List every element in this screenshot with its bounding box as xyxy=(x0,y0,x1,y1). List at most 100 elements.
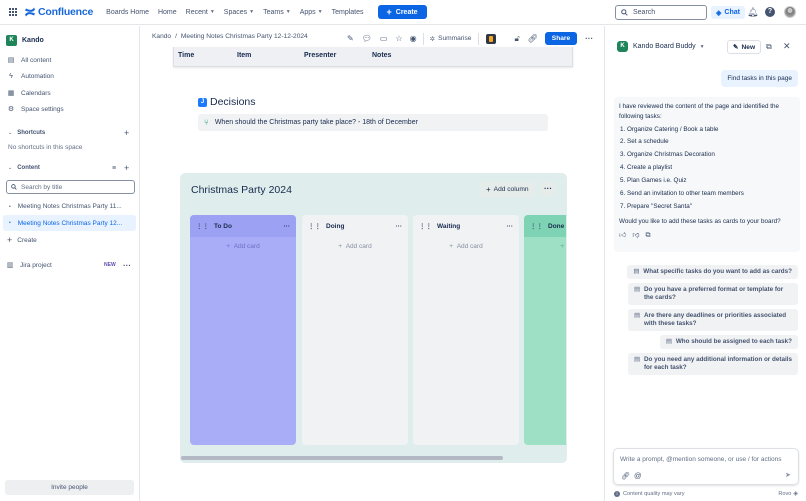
sidebar-item-automation[interactable]: ϟ Automation xyxy=(0,69,139,83)
table-header-cell: Presenter xyxy=(304,52,337,59)
sidebar: K Kando ▤ All content ϟ Automation ▦ Calend… xyxy=(0,26,140,501)
share-button[interactable]: Share xyxy=(544,32,578,45)
close-icon[interactable]: ✕ xyxy=(783,41,791,52)
summarise-button[interactable]: ✲ Summarise xyxy=(430,35,472,43)
nav-recent[interactable]: Recent ▼ xyxy=(186,9,215,16)
app-integration-icon[interactable] xyxy=(486,33,497,44)
suggestion-chip[interactable]: ▤ Who should be assigned to each task? xyxy=(659,335,798,350)
help-icon[interactable]: ? xyxy=(765,7,775,17)
edit-icon[interactable]: ✎ xyxy=(347,34,354,43)
create-page-button[interactable]: + Create xyxy=(0,233,139,247)
prompt-input[interactable]: Write a prompt, @mention someone, or use… xyxy=(613,448,799,485)
app-switcher-icon[interactable] xyxy=(9,7,18,17)
breadcrumb-page-link[interactable]: Meeting Notes Christmas Party 12-12-2024 xyxy=(181,33,308,40)
sidebar-item-jira-project[interactable]: ▥ Jira project NEW ··· xyxy=(0,258,139,272)
copy-link-icon[interactable]: 🔗︎ xyxy=(528,34,538,43)
search-input[interactable]: Search xyxy=(615,5,707,20)
notifications-icon[interactable]: 🔔︎ xyxy=(747,7,758,18)
share-label: Share xyxy=(551,35,571,42)
add-column-button[interactable]: + Add column xyxy=(480,182,535,197)
column-more-icon[interactable]: ··· xyxy=(284,223,291,230)
more-icon[interactable]: ··· xyxy=(123,261,131,270)
copy-icon[interactable]: ⧉ xyxy=(645,231,650,242)
nav-boards-home[interactable]: Boards Home xyxy=(106,9,149,16)
open-in-new-window-icon[interactable]: ⧉ xyxy=(766,42,772,52)
content-search-input[interactable]: Search by title xyxy=(6,180,135,194)
suggestion-chip[interactable]: ▤ What specific tasks do you want to add … xyxy=(627,265,798,280)
nav-templates[interactable]: Templates xyxy=(332,9,364,16)
sidebar-item-label: Calendars xyxy=(21,89,51,97)
drag-handle-icon[interactable]: ⋮⋮ xyxy=(530,222,543,230)
create-button[interactable]: + Create xyxy=(377,5,427,19)
nav-spaces[interactable]: Spaces ▼ xyxy=(224,9,254,16)
comment-icon[interactable]: 💬︎ xyxy=(362,34,372,43)
watch-eye-icon[interactable]: ◉ xyxy=(410,34,417,43)
info-icon: i xyxy=(614,490,620,497)
suggestion-chip[interactable]: ▤ Are there any deadlines or priorities a… xyxy=(628,309,798,332)
thumbs-down-icon[interactable]: 👎︎ xyxy=(632,231,639,242)
content-search-placeholder: Search by title xyxy=(21,183,63,191)
content-section-header[interactable]: ⌄ Content ≡ + xyxy=(0,161,139,175)
nav-apps[interactable]: Apps ▼ xyxy=(300,9,323,16)
reply-intro: I have reviewed the content of the page … xyxy=(619,103,779,120)
attach-link-icon[interactable]: 🔗︎ xyxy=(621,472,630,480)
drag-handle-icon[interactable]: ⋮⋮ xyxy=(196,222,209,230)
notes-table-header: Time Item Presenter Notes xyxy=(173,47,573,67)
horizontal-scrollbar[interactable] xyxy=(181,456,503,460)
shortcuts-section-header[interactable]: ⌄ Shortcuts + xyxy=(0,126,139,140)
board-column-todo[interactable]: ⋮⋮ To Do ··· + Add card xyxy=(190,215,296,445)
board-column-done[interactable]: ⋮⋮ Done + xyxy=(524,215,566,445)
sidebar-item-calendars[interactable]: ▦ Calendars xyxy=(0,86,139,100)
add-card-button[interactable]: + Add card xyxy=(302,243,408,250)
confluence-logo[interactable]: Confluence xyxy=(24,6,93,18)
content-title: Content xyxy=(17,165,40,171)
sidebar-item-all-content[interactable]: ▤ All content xyxy=(0,53,139,67)
new-chat-button[interactable]: ✎ New xyxy=(727,40,762,54)
space-header[interactable]: K Kando xyxy=(0,32,139,48)
chat-button[interactable]: ◈ Chat xyxy=(711,6,745,19)
suggestion-chip[interactable]: ▤ Do you have a preferred format or templ… xyxy=(628,283,798,306)
column-more-icon[interactable]: ··· xyxy=(507,223,514,230)
add-card-button[interactable]: + xyxy=(524,243,566,250)
board-more-icon[interactable]: ··· xyxy=(541,182,555,197)
invite-people-button[interactable]: Invite people xyxy=(5,480,134,495)
board-column-doing[interactable]: ⋮⋮ Doing ··· + Add card xyxy=(302,215,408,445)
add-content-icon[interactable]: + xyxy=(124,163,129,173)
agent-name[interactable]: Kando Board Buddy xyxy=(633,43,696,50)
decision-log-icon: J xyxy=(198,97,207,107)
mention-icon[interactable]: @ xyxy=(634,471,642,480)
add-card-button[interactable]: + Add card xyxy=(413,243,519,250)
nav-home[interactable]: Home xyxy=(158,9,177,16)
board-column-waiting[interactable]: ⋮⋮ Waiting ··· + Add card xyxy=(413,215,519,445)
sidebar-item-space-settings[interactable]: ⚙ Space settings xyxy=(0,102,139,116)
nav-teams[interactable]: Teams ▼ xyxy=(263,9,291,16)
star-icon[interactable]: ☆ xyxy=(395,34,402,43)
page-tree-item-selected[interactable]: • Meeting Notes Christmas Party 12... xyxy=(3,215,136,231)
new-chat-icon: ✎ xyxy=(733,44,739,51)
summarise-label: Summarise xyxy=(438,35,472,42)
breadcrumb-space-link[interactable]: Kando xyxy=(152,33,171,40)
column-title: To Do xyxy=(214,222,232,230)
plus-icon: + xyxy=(486,185,491,194)
thumbs-up-icon[interactable]: 👍︎ xyxy=(619,231,626,242)
drag-handle-icon[interactable]: ⋮⋮ xyxy=(419,222,432,230)
drag-handle-icon[interactable]: ⋮⋮ xyxy=(308,222,321,230)
avatar[interactable] xyxy=(784,6,796,18)
send-icon[interactable]: ➤ xyxy=(785,471,791,479)
video-icon[interactable]: ▭ xyxy=(380,34,388,43)
page-tree-item[interactable]: • Meeting Notes Christmas Party 11... xyxy=(0,199,139,214)
rovo-chat-icon: ◈ xyxy=(716,9,722,17)
app-name: Confluence xyxy=(38,6,94,18)
filter-icon[interactable]: ≡ xyxy=(112,165,116,172)
chevron-down-icon[interactable]: ▼ xyxy=(700,44,705,50)
suggestion-chip[interactable]: ▤ Do you need any additional information … xyxy=(628,353,798,376)
column-more-icon[interactable]: ··· xyxy=(396,223,403,230)
assistant-reply: I have reviewed the content of the page … xyxy=(614,97,800,252)
add-card-label: Add card xyxy=(345,243,372,250)
restrictions-lock-icon[interactable]: 🔓︎ xyxy=(514,34,519,44)
add-card-button[interactable]: + Add card xyxy=(190,243,296,250)
confluence-logo-icon xyxy=(25,7,35,17)
prompt-placeholder: Write a prompt, @mention someone, or use… xyxy=(620,456,782,463)
more-actions-icon[interactable]: ··· xyxy=(585,34,593,43)
add-shortcut-icon[interactable]: + xyxy=(124,128,129,138)
